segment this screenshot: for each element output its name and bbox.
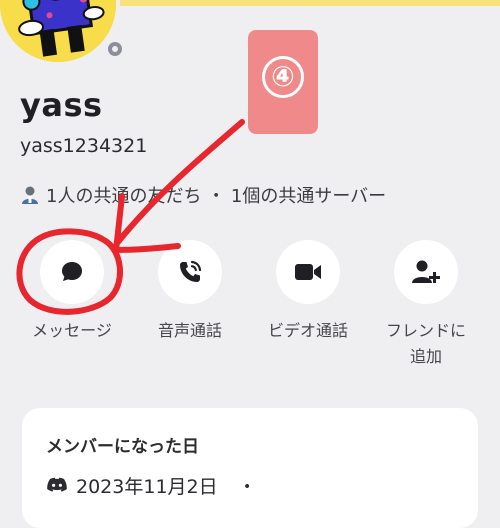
voice-call-action[interactable]: 音声通話 [130, 240, 250, 344]
step-number: ④ [262, 56, 304, 98]
message-label: メッセージ [32, 321, 112, 340]
status-indicator [102, 36, 128, 62]
avatar[interactable] [0, 0, 120, 66]
mutual-info-text: 1人の共通の友だち ・ 1個の共通サーバー [46, 186, 387, 207]
message-button[interactable] [40, 240, 104, 304]
username: yass1234321 [20, 135, 148, 157]
video-call-button[interactable] [276, 240, 340, 304]
display-name: yass [20, 86, 103, 124]
video-camera-icon [295, 264, 321, 280]
add-friend-icon [412, 260, 440, 283]
mutual-friends-icon [22, 186, 38, 204]
voice-call-label: 音声通話 [157, 321, 222, 340]
avatar-illustration [0, 0, 116, 62]
message-action[interactable]: メッセージ [12, 240, 132, 344]
member-since-card: メンバーになった日 2023年11月2日 ・ [22, 408, 478, 528]
add-friend-action[interactable]: フレンドに 追加 [366, 240, 486, 370]
member-since-date: 2023年11月2日 [76, 476, 218, 498]
video-call-label: ビデオ通話 [267, 321, 348, 340]
add-friend-label: フレンドに 追加 [385, 321, 466, 366]
message-bubble-icon [62, 262, 82, 281]
mutual-info-row[interactable]: 1人の共通の友だち ・ 1個の共通サーバー [20, 182, 386, 208]
member-since-separator: ・ [237, 476, 257, 498]
discord-logo-icon [47, 477, 67, 492]
step-badge: ④ [248, 30, 318, 134]
action-buttons: メッセージ 音声通話 ビデオ通話 フレンドに 追加 [0, 240, 500, 380]
add-friend-button[interactable] [394, 240, 458, 304]
voice-call-button[interactable] [158, 240, 222, 304]
member-since-row: 2023年11月2日 ・ [46, 472, 257, 499]
phone-call-icon [180, 260, 202, 282]
member-since-title: メンバーになった日 [46, 437, 199, 457]
video-call-action[interactable]: ビデオ通話 [248, 240, 368, 344]
avatar-container[interactable] [0, 0, 128, 66]
